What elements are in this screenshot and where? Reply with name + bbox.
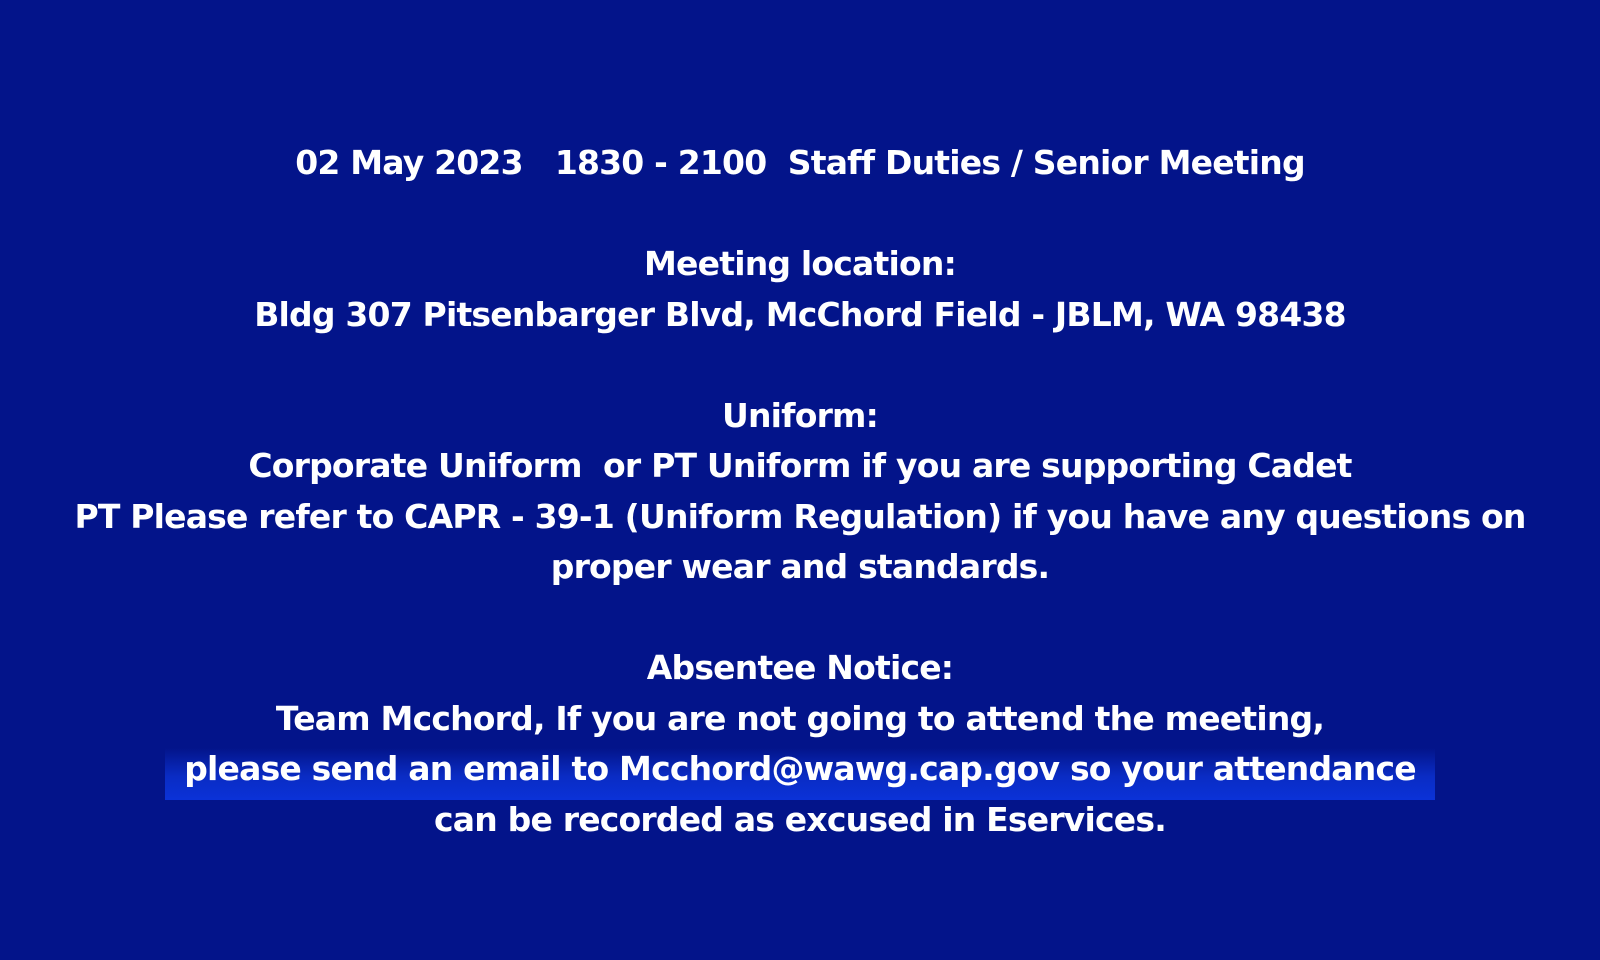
uniform-line: proper wear and standards. [550,547,1050,586]
uniform-line: Corporate Uniform or PT Uniform if you a… [248,446,1352,485]
announcement-content: 02 May 2023 1830 - 2100 Staff Duties / S… [60,138,1540,845]
event-date-time-title: 02 May 2023 1830 - 2100 Staff Duties / S… [295,143,1305,182]
absentee-heading: Absentee Notice: [646,648,954,687]
location-address: Bldg 307 Pitsenbarger Blvd, McChord Fiel… [254,294,1346,334]
absentee-line: can be recorded as excused in Eservices. [434,799,1167,839]
uniform-heading: Uniform: [721,395,879,435]
absentee-line: Team Mcchord, If you are not going to at… [275,698,1325,738]
absentee-line-email: please send an email to Mcchord@wawg.cap… [184,749,1416,788]
location-heading: Meeting location: [644,244,957,283]
announcement-slide: 02 May 2023 1830 - 2100 Staff Duties / S… [0,0,1600,960]
uniform-line: PT Please refer to CAPR - 39-1 (Uniform … [74,496,1526,536]
